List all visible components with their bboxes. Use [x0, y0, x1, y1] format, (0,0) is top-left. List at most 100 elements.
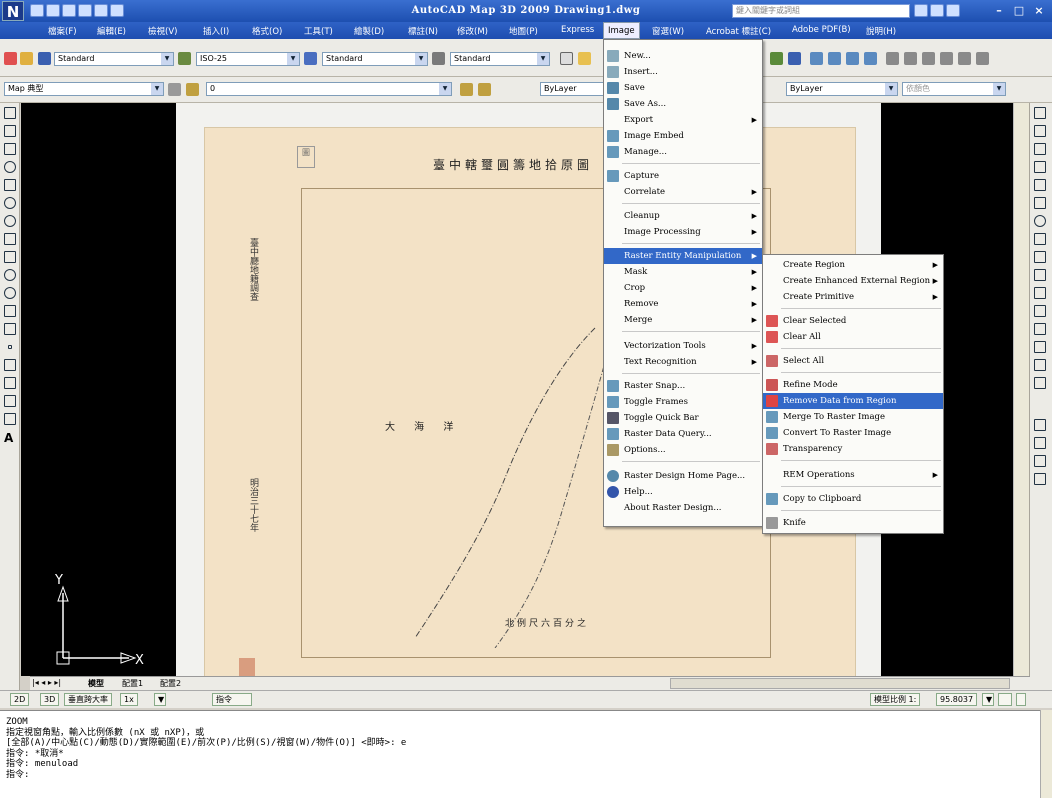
submenu-item-knife[interactable]: Knife	[763, 515, 943, 531]
menu-item-text-recognition[interactable]: Text Recognition ▶	[604, 354, 762, 370]
menu-item-manage[interactable]: Manage...	[604, 144, 762, 160]
status-menu-icon[interactable]	[1016, 693, 1026, 706]
submenu-item-create-region[interactable]: Create Region ▶	[763, 257, 943, 273]
chamfer-icon[interactable]	[1034, 341, 1046, 353]
menu-item-about[interactable]: About Raster Design...	[604, 500, 762, 516]
spline-icon[interactable]	[4, 251, 16, 263]
menu-express[interactable]: Express	[561, 25, 594, 35]
chevron-down-icon[interactable]: ▼	[537, 53, 549, 65]
offset-icon[interactable]	[1034, 161, 1046, 173]
new-file-icon[interactable]	[560, 52, 573, 65]
menu-file[interactable]: 檔案(F)	[48, 25, 77, 37]
menu-image[interactable]: Image	[603, 22, 640, 39]
favorites-icon[interactable]	[946, 4, 960, 17]
text-style-combo[interactable]: Standard ▼	[54, 52, 174, 66]
chevron-down-icon[interactable]: ▼	[161, 53, 173, 65]
command-window[interactable]: ZOOM 指定視窗角點，輸入比例係數 (nX 或 nXP)，或 [全部(A)/中…	[0, 710, 1040, 798]
chevron-down-icon[interactable]: ▼	[439, 83, 451, 95]
layer-previous-icon[interactable]	[478, 83, 491, 96]
hatch-icon[interactable]	[4, 359, 16, 371]
linetype-combo[interactable]: ByLayer ▼	[786, 82, 898, 96]
menu-format[interactable]: 格式(O)	[252, 25, 282, 37]
workspace-settings-icon[interactable]	[168, 83, 181, 96]
chevron-down-icon[interactable]: ▼	[885, 83, 897, 95]
menu-item-cleanup[interactable]: Cleanup ▶	[604, 208, 762, 224]
submenu-item-select-all[interactable]: Select All	[763, 353, 943, 369]
revision-cloud-icon[interactable]	[4, 233, 16, 245]
lineweight-combo[interactable]: 依顏色 ▼	[902, 82, 1006, 96]
circle-icon[interactable]	[4, 215, 16, 227]
submenu-item-copy-to-clipboard[interactable]: Copy to Clipboard	[763, 491, 943, 507]
snap-tool-4-icon[interactable]	[1034, 473, 1046, 485]
communication-icon[interactable]	[930, 4, 944, 17]
region-icon[interactable]	[4, 395, 16, 407]
undo-icon[interactable]	[788, 52, 801, 65]
submenu-item-convert-to-raster[interactable]: Convert To Raster Image	[763, 425, 943, 441]
menu-item-options[interactable]: Options...	[604, 442, 762, 458]
menu-item-mask[interactable]: Mask ▶	[604, 264, 762, 280]
fillet-icon[interactable]	[1034, 359, 1046, 371]
chevron-down-icon[interactable]: ▼	[993, 83, 1005, 95]
menu-item-help[interactable]: Help...	[604, 484, 762, 500]
menu-item-capture[interactable]: Capture	[604, 168, 762, 184]
submenu-item-merge-to-raster[interactable]: Merge To Raster Image	[763, 409, 943, 425]
sheet-set-icon[interactable]	[940, 52, 953, 65]
map-tool-icon[interactable]	[4, 52, 17, 65]
menu-tools[interactable]: 工具(T)	[304, 25, 333, 37]
menu-view[interactable]: 檢視(V)	[148, 25, 177, 37]
menu-item-crop[interactable]: Crop ▶	[604, 280, 762, 296]
menu-item-raster-design-home[interactable]: Raster Design Home Page...	[604, 468, 762, 484]
menu-map[interactable]: 地圖(P)	[509, 25, 538, 37]
extend-icon[interactable]	[1034, 287, 1046, 299]
menu-item-save[interactable]: Save	[604, 80, 762, 96]
multiline-text-icon[interactable]: A	[4, 431, 16, 445]
menu-item-correlate[interactable]: Correlate ▶	[604, 184, 762, 200]
menu-item-insert[interactable]: Insert...	[604, 64, 762, 80]
menu-item-vectorization-tools[interactable]: Vectorization Tools ▶	[604, 338, 762, 354]
lock-icon[interactable]	[998, 693, 1012, 706]
menu-window[interactable]: 窗選(W)	[652, 25, 684, 37]
table-style-combo[interactable]: Standard ▼	[322, 52, 428, 66]
match-props-icon[interactable]	[770, 52, 783, 65]
layer-manager-icon[interactable]	[186, 83, 199, 96]
minimize-button[interactable]: –	[990, 4, 1008, 18]
table-style-icon[interactable]	[304, 52, 317, 65]
search-input[interactable]: 鍵入關鍵字或詞組	[732, 4, 910, 18]
close-button[interactable]: ×	[1030, 4, 1048, 18]
vertical-scrollbar[interactable]	[1013, 103, 1029, 676]
tab-nav-arrows[interactable]: |◂ ◂ ▸ ▸|	[32, 678, 61, 687]
menu-item-remove[interactable]: Remove ▶	[604, 296, 762, 312]
insert-block-icon[interactable]	[4, 305, 16, 317]
menu-help[interactable]: 說明(H)	[866, 25, 896, 37]
menu-item-save-as[interactable]: Save As...	[604, 96, 762, 112]
zoom-realtime-icon[interactable]	[828, 52, 841, 65]
polygon-icon[interactable]	[4, 161, 16, 173]
chevron-down-icon[interactable]: ▼	[287, 53, 299, 65]
command-scrollbar[interactable]	[1040, 710, 1052, 798]
dim-style-icon[interactable]	[178, 52, 191, 65]
menu-acrobat[interactable]: Acrobat 標註(C)	[706, 25, 771, 37]
snap-tool-3-icon[interactable]	[1034, 455, 1046, 467]
scale-value[interactable]: 95.8037	[936, 693, 978, 706]
array-icon[interactable]	[1034, 179, 1046, 191]
properties-icon[interactable]	[886, 52, 899, 65]
arc-icon[interactable]	[4, 197, 16, 209]
command-prompt[interactable]: 指令:	[6, 770, 1034, 781]
menu-item-image-processing[interactable]: Image Processing ▶	[604, 224, 762, 240]
tab-layout1[interactable]: 配置1	[122, 678, 143, 689]
ellipse-arc-icon[interactable]	[4, 287, 16, 299]
zoom-combo[interactable]: 1x	[120, 693, 138, 706]
zoom-window-icon[interactable]	[846, 52, 859, 65]
view-3d-button[interactable]: 3D	[40, 693, 60, 706]
gradient-icon[interactable]	[4, 377, 16, 389]
mirror-icon[interactable]	[1034, 143, 1046, 155]
point-icon[interactable]	[8, 345, 12, 349]
command-button[interactable]: 指令	[212, 693, 252, 706]
tool-palettes-icon[interactable]	[922, 52, 935, 65]
polyline-icon[interactable]	[4, 143, 16, 155]
color-combo[interactable]: ByLayer	[540, 82, 610, 96]
layer-tool-icon[interactable]	[20, 52, 33, 65]
zoom-previous-icon[interactable]	[864, 52, 877, 65]
menu-modify[interactable]: 修改(M)	[457, 25, 488, 37]
design-center-icon[interactable]	[904, 52, 917, 65]
